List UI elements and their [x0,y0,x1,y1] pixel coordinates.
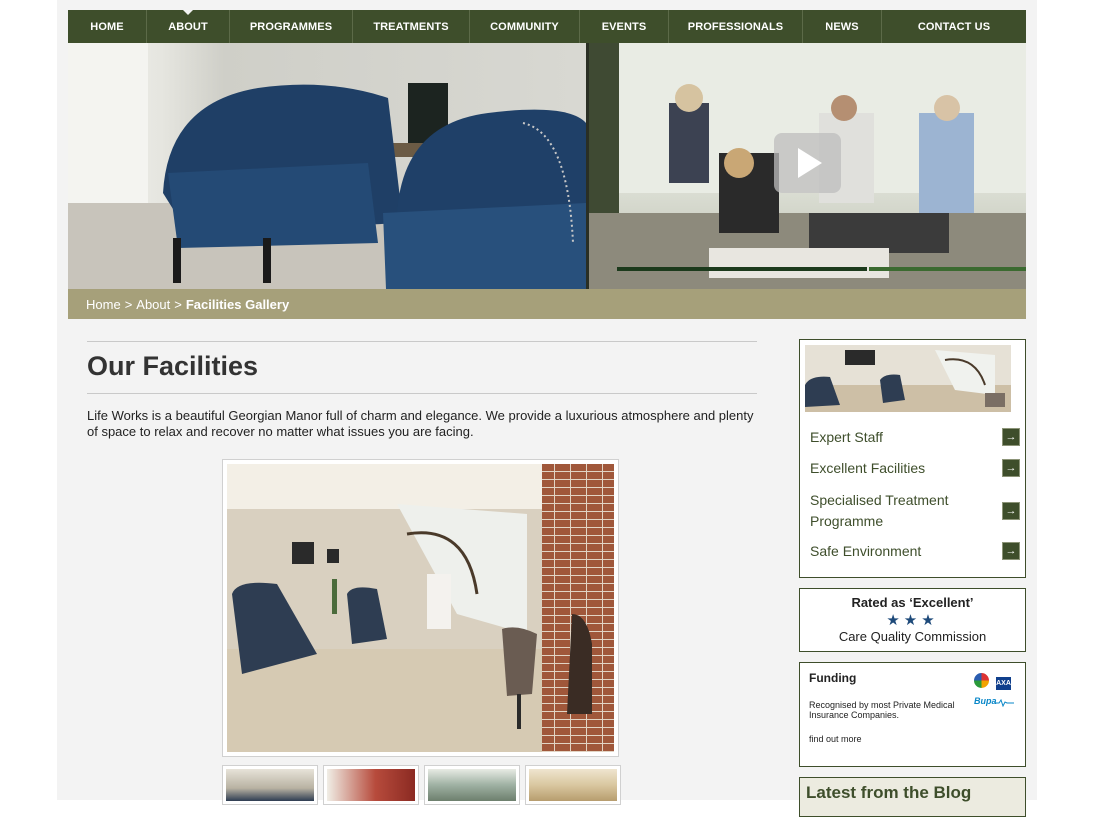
funding-find-out-more-link[interactable]: find out more [809,734,862,744]
video-progress-bar[interactable] [617,267,867,271]
features-hallway-image [805,345,1011,412]
bupa-heartbeat-icon [994,699,1014,707]
funding-text: Recognised by most Private Medical Insur… [809,700,955,720]
breadcrumb: Home > About > Facilities Gallery [68,289,1026,319]
gallery-thumbnail[interactable] [222,765,318,805]
intro-paragraph: Life Works is a beautiful Georgian Manor… [87,408,754,439]
nav-news[interactable]: NEWS [803,10,882,43]
thumbnail-image [529,769,617,801]
title-bottom-rule [87,393,757,394]
gallery-thumbnail[interactable] [424,765,520,805]
arrow-right-icon[interactable]: → [1002,502,1020,520]
star-rating-icon: ★★★ [886,612,939,629]
feature-label: Safe Environment [810,543,922,559]
gallery-thumbnail[interactable] [525,765,621,805]
breadcrumb-home[interactable]: Home [86,297,121,312]
cqc-name: Care Quality Commission [838,629,987,644]
nav-about[interactable]: ABOUT [147,10,230,43]
gallery-thumbnails [222,765,621,805]
cqc-rating-box[interactable]: Rated as ‘Excellent’ ★★★ Care Quality Co… [799,588,1026,652]
breadcrumb-separator: > [174,296,182,312]
arrow-right-icon[interactable]: → [1002,542,1020,560]
feature-label: Excellent Facilities [810,460,926,476]
funding-title: Funding [809,671,857,685]
feature-label: Specialised Treatment Programme [810,492,949,529]
thumbnail-image [327,769,415,801]
video-play-button[interactable] [774,133,841,193]
thumbnail-image [428,769,516,801]
main-navigation: HOME ABOUT PROGRAMMES TREATMENTS COMMUNI… [68,10,1026,43]
feature-link-specialised-treatment[interactable]: Specialised Treatment Programme → [810,490,1020,532]
breadcrumb-about[interactable]: About [136,297,170,312]
nav-treatments[interactable]: TREATMENTS [353,10,470,43]
blog-box: Latest from the Blog [799,777,1026,817]
gallery-thumbnail[interactable] [323,765,419,805]
arrow-right-icon[interactable]: → [1002,428,1020,446]
nav-home[interactable]: HOME [68,10,147,43]
breadcrumb-separator: > [124,296,133,312]
thumbnail-image [226,769,314,801]
breadcrumb-current: Facilities Gallery [185,296,290,312]
blog-title: Latest from the Blog [806,783,972,802]
cqc-rating-title: Rated as ‘Excellent’ [851,595,974,610]
insurer-swirl-logo-icon [974,673,989,688]
features-box: Expert Staff → Excellent Facilities → Sp… [799,339,1026,578]
title-top-rule [87,341,757,342]
nav-professionals[interactable]: PROFESSIONALS [669,10,803,43]
nav-community[interactable]: COMMUNITY [470,10,580,43]
feature-link-excellent-facilities[interactable]: Excellent Facilities → [810,459,1020,477]
gallery-hallway-image [227,464,614,752]
feature-link-expert-staff[interactable]: Expert Staff → [810,428,1020,446]
page-title: Our Facilities [87,351,259,381]
axa-logo-icon: AXA [996,677,1011,690]
hero-banner [68,43,1026,289]
feature-link-safe-environment[interactable]: Safe Environment → [810,542,1020,560]
nav-events[interactable]: EVENTS [580,10,669,43]
hero-video-group-image[interactable] [589,43,1026,289]
nav-programmes[interactable]: PROGRAMMES [230,10,353,43]
funding-box: Funding AXA Bupa Recognised by most Priv… [799,662,1026,767]
nav-contact-us[interactable]: CONTACT US [882,10,1026,43]
video-progress-remaining [869,267,1026,271]
arrow-right-icon[interactable]: → [1002,459,1020,477]
gallery-main-photo[interactable] [222,459,619,757]
hero-armchairs-image [68,43,586,289]
feature-label: Expert Staff [810,429,883,445]
